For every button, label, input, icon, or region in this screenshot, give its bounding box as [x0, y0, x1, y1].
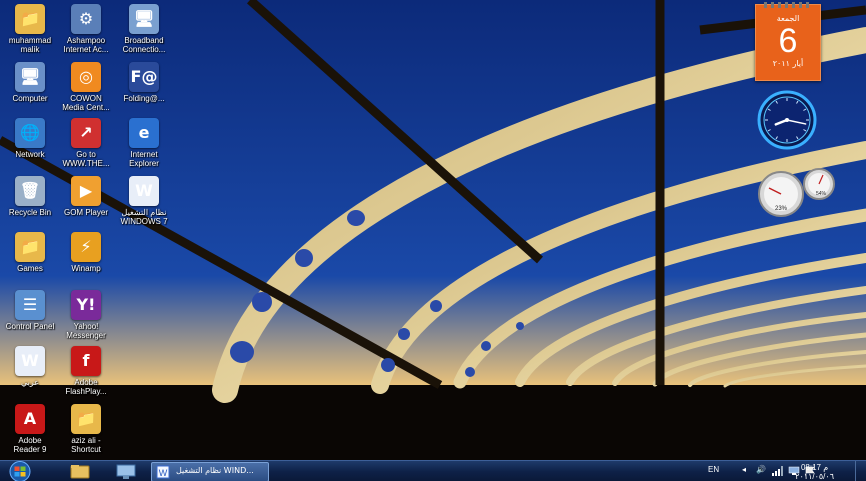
calendar-gadget[interactable]: الجمعة 6 أيار ٢٠١١ [755, 2, 821, 81]
desktop-icon-folding[interactable]: F@ Folding@... [114, 62, 174, 103]
taskbar-window-button[interactable]: W نظام التشغيل WIND... [151, 462, 269, 481]
desktop-icon-arabic-doc[interactable]: W عربي [0, 346, 60, 387]
word-document-icon: W [156, 465, 170, 479]
control-panel-icon: ☰ [15, 290, 45, 320]
desktop-icon-label: COWON Media Cent... [62, 94, 110, 112]
desktop-icon-label: Games [17, 264, 43, 273]
desktop-icon-label: aziz ali - Shortcut [71, 436, 101, 454]
computer-icon: 🖥 [15, 62, 45, 92]
word-document-icon: W [15, 346, 45, 376]
language-indicator[interactable]: EN [708, 465, 719, 474]
desktop-icon-label: عربي [20, 378, 40, 387]
show-desktop-button[interactable] [855, 461, 866, 481]
document-icon: W [129, 176, 159, 206]
desktop-icon-recycle-bin[interactable]: 🗑 Recycle Bin [0, 176, 60, 217]
taskbar: W نظام التشغيل WIND... EN ◂ 🔊 08:17 م ٢٠… [0, 460, 866, 481]
network-icon: 🌐 [15, 118, 45, 148]
recycle-bin-icon: 🗑 [15, 176, 45, 206]
gom-player-icon: ▶ [71, 176, 101, 206]
clock-gadget[interactable] [757, 90, 817, 150]
folding-icon: F@ [129, 62, 159, 92]
system-tray: EN ◂ 🔊 08:17 م ٢٠١١/٠٥/٠٦ [686, 461, 866, 481]
start-button[interactable] [6, 461, 34, 481]
flash-player-icon: f [71, 346, 101, 376]
desktop-icon-adobe-reader[interactable]: A Adobe Reader 9 [0, 404, 60, 454]
signal-strength-icon[interactable] [772, 466, 784, 476]
shortcut-icon: ↗ [71, 118, 101, 148]
desktop-icon-winamp[interactable]: ⚡ Winamp [56, 232, 116, 273]
desktop-icon-windows7-doc[interactable]: W نظام التشغيل WINDOWS 7 [114, 176, 174, 226]
cpu-percent: 23% [775, 206, 788, 212]
desktop-icon-flash-player[interactable]: f Adobe FlashPlay... [56, 346, 116, 396]
desktop-icon-gom-player[interactable]: ▶ GOM Player [56, 176, 116, 217]
show-hidden-icons-arrow-icon[interactable]: ◂ [742, 465, 746, 474]
taskbar-window-label: نظام التشغيل WIND... [176, 466, 254, 475]
desktop-icon-label: Adobe FlashPlay... [65, 378, 107, 396]
desktop-icon-label: Folding@... [123, 94, 165, 103]
ashampoo-icon: ⚙ [71, 4, 101, 34]
volume-icon[interactable]: 🔊 [756, 465, 766, 474]
desktop-icon-games[interactable]: 📁 Games [0, 232, 60, 273]
desktop-icon-cowon[interactable]: ◎ COWON Media Cent... [56, 62, 116, 112]
desktop-icon-network[interactable]: 🌐 Network [0, 118, 60, 159]
desktop-icon-user-folder[interactable]: 📁 muhammad malik [0, 4, 60, 54]
date-text: ٢٠١١/٠٥/٠٦ [795, 472, 834, 481]
adobe-reader-icon: A [15, 404, 45, 434]
desktop-icon-yahoo-messenger[interactable]: Y! Yahoo! Messenger [56, 290, 116, 340]
folder-icon: 📁 [15, 4, 45, 34]
folder-shortcut-icon: 📁 [71, 404, 101, 434]
desktop-icon-label: Ashampoo Internet Ac... [63, 36, 109, 54]
network-connection-icon: 🖥 [129, 4, 159, 34]
desktop-icon-label: Control Panel [5, 322, 55, 331]
folder-icon: 📁 [15, 232, 45, 262]
calendar-month-year: أيار ٢٠١١ [772, 59, 804, 68]
calendar-day: 6 [778, 22, 798, 60]
desktop-icon-label: muhammad malik [8, 36, 52, 54]
clock-display[interactable]: 08:17 م ٢٠١١/٠٥/٠٦ [795, 463, 834, 481]
cowon-icon: ◎ [71, 62, 101, 92]
explorer-pin-icon[interactable] [62, 462, 98, 481]
memory-percent: 54% [816, 191, 827, 197]
desktop-icon-control-panel[interactable]: ☰ Control Panel [0, 290, 60, 331]
desktop-icon-label: Recycle Bin [8, 208, 52, 217]
desktop-icon-label: Internet Explorer [129, 150, 159, 168]
desktop-icon-label: GOM Player [63, 208, 108, 217]
svg-text:W: W [159, 468, 168, 478]
desktop: 📁 muhammad malik ⚙ Ashampoo Internet Ac... 🖥… [0, 0, 866, 481]
desktop-icon-label: نظام التشغيل WINDOWS 7 [120, 208, 168, 226]
time-text: 08:17 م [800, 463, 829, 472]
desktop-icon-label: Network [15, 150, 45, 159]
desktop-icon-broadband[interactable]: 🖥 Broadband Connectio... [114, 4, 174, 54]
desktop-icon-internet-explorer[interactable]: e Internet Explorer [114, 118, 174, 168]
desktop-icon-computer[interactable]: 🖥 Computer [0, 62, 60, 103]
desktop-icon-label: Computer [12, 94, 48, 103]
desktop-icon-aziz-shortcut[interactable]: 📁 aziz ali - Shortcut [56, 404, 116, 454]
desktop-icon-label: Go to WWW.THE... [62, 150, 110, 168]
desktop-icon-label: Adobe Reader 9 [13, 436, 47, 454]
winamp-icon: ⚡ [71, 232, 101, 262]
yahoo-messenger-icon: Y! [71, 290, 101, 320]
desktop-icon-label: Winamp [71, 264, 101, 273]
desktop-icon-label: Broadband Connectio... [122, 36, 166, 54]
internet-explorer-icon: e [129, 118, 159, 148]
desktop-icon-goto-the[interactable]: ↗ Go to WWW.THE... [56, 118, 116, 168]
network-pin-icon[interactable] [108, 462, 144, 481]
calendar-rings [764, 2, 812, 8]
cpu-meter-gadget[interactable]: 23% 54% [753, 166, 839, 218]
desktop-icon-label: Yahoo! Messenger [66, 322, 106, 340]
desktop-icon-ashampoo[interactable]: ⚙ Ashampoo Internet Ac... [56, 4, 116, 54]
